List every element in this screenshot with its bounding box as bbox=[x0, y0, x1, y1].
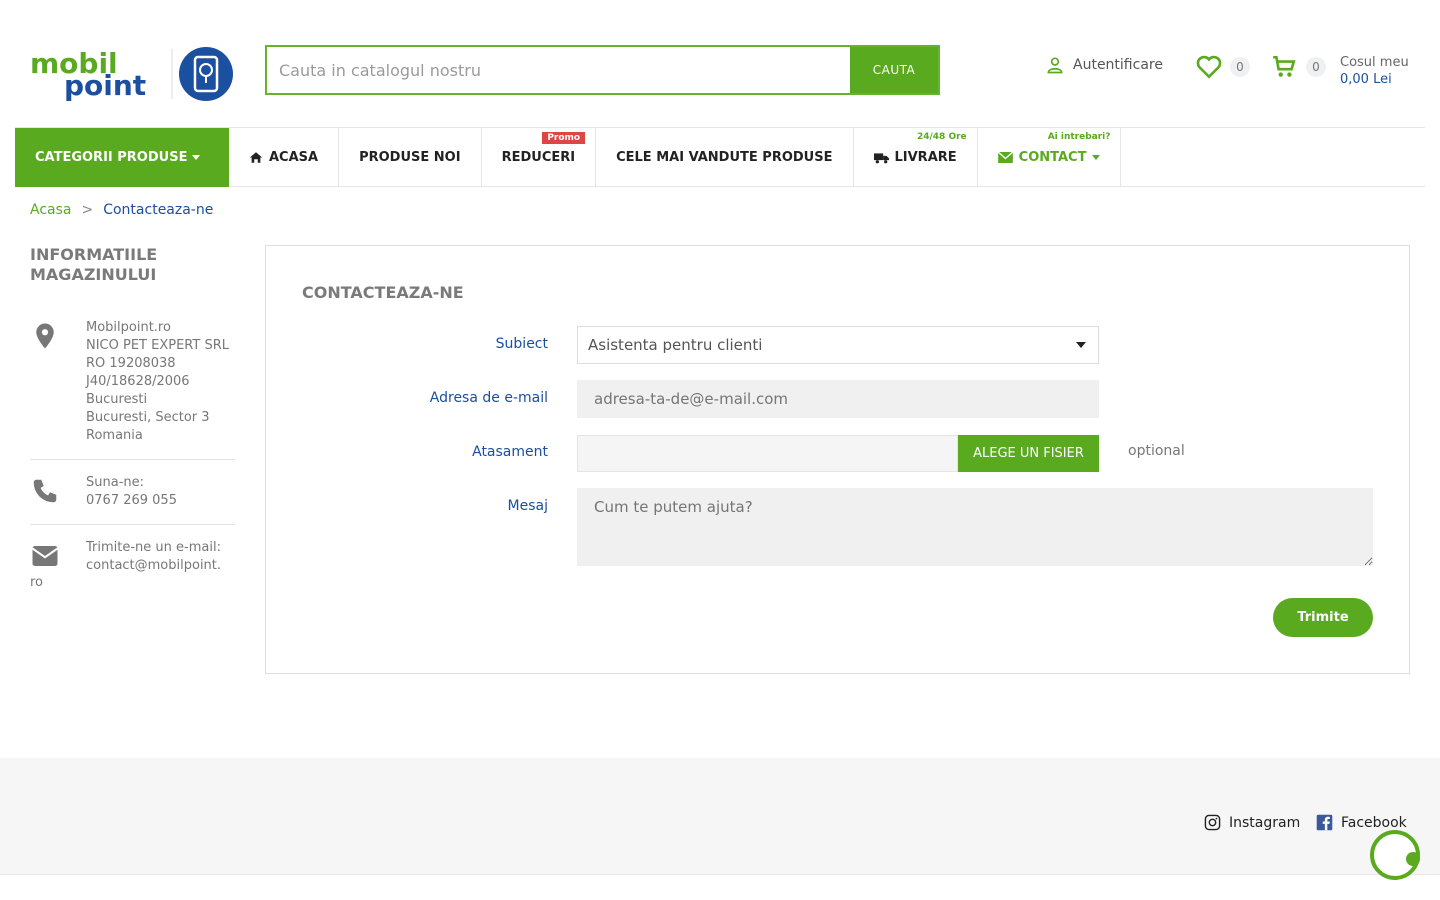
address-line: J40/18628/2006 bbox=[86, 374, 190, 389]
message-label: Mesaj bbox=[507, 498, 548, 514]
address-line: Romania bbox=[86, 428, 143, 443]
search-input[interactable] bbox=[267, 47, 850, 93]
email-address-wrap[interactable]: ro bbox=[30, 575, 235, 590]
heart-icon bbox=[1196, 55, 1222, 79]
address-block: Mobilpoint.ro NICO PET EXPERT SRL RO 192… bbox=[30, 319, 235, 445]
logo-line2: point bbox=[64, 69, 146, 102]
user-icon bbox=[1047, 57, 1063, 74]
instagram-icon bbox=[1204, 814, 1221, 831]
contact-form-panel: CONTACTEAZA-NE Subiect Asistenta pentru … bbox=[265, 245, 1410, 674]
breadcrumb-current[interactable]: Contacteaza-ne bbox=[103, 202, 213, 218]
cart-summary[interactable]: Cosul meu 0,00 Lei bbox=[1340, 54, 1409, 88]
search-button[interactable]: CAUTA bbox=[850, 47, 938, 93]
form-title: CONTACTEAZA-NE bbox=[302, 283, 464, 302]
subject-label: Subiect bbox=[495, 336, 548, 352]
submit-button[interactable]: Trimite bbox=[1273, 598, 1373, 637]
phone-icon bbox=[33, 479, 57, 503]
chat-bubble-icon bbox=[1406, 852, 1420, 866]
phone-number[interactable]: 0767 269 055 bbox=[86, 492, 235, 510]
categories-label: CATEGORII PRODUSE bbox=[35, 150, 188, 165]
envelope-icon bbox=[997, 152, 1013, 163]
nav-label: CONTACT bbox=[1018, 150, 1087, 165]
mail-icon bbox=[31, 546, 59, 566]
truck-icon bbox=[873, 152, 889, 163]
subject-value: Asistenta pentru clienti bbox=[588, 336, 763, 354]
nav-item-livrare[interactable]: 24/48 Ore LIVRARE bbox=[854, 128, 978, 187]
address-line: RO 19208038 bbox=[86, 356, 176, 371]
login-label: Autentificare bbox=[1073, 57, 1163, 73]
breadcrumb-separator: > bbox=[81, 202, 94, 218]
address-line: Mobilpoint.ro bbox=[86, 320, 171, 335]
nav-item-reduceri[interactable]: Promo REDUCERI bbox=[482, 128, 597, 187]
subject-select[interactable]: Asistenta pentru clienti bbox=[577, 326, 1099, 364]
categories-menu-button[interactable]: CATEGORII PRODUSE bbox=[15, 128, 229, 187]
nav-item-best-sellers[interactable]: CELE MAI VANDUTE PRODUSE bbox=[596, 128, 854, 187]
nav-label: ACASA bbox=[269, 150, 319, 165]
address-line: Bucuresti bbox=[86, 392, 148, 407]
email-field[interactable] bbox=[577, 380, 1099, 418]
breadcrumb: Acasa > Contacteaza-ne bbox=[30, 202, 213, 218]
phone-label: Suna-ne: bbox=[86, 475, 145, 490]
divider bbox=[30, 459, 235, 460]
caret-down-icon bbox=[192, 155, 201, 160]
nav-item-acasa[interactable]: ACASA bbox=[229, 128, 340, 187]
email-label: Adresa de e-mail bbox=[429, 390, 548, 406]
address-line: Bucuresti, Sector 3 bbox=[86, 410, 210, 425]
logo[interactable]: mobil point bbox=[30, 45, 235, 103]
nav-label: REDUCERI bbox=[501, 150, 576, 165]
attachment-label: Atasament bbox=[472, 444, 548, 460]
optional-hint: optional bbox=[1128, 443, 1185, 459]
divider bbox=[30, 524, 235, 525]
chat-widget-button[interactable] bbox=[1370, 830, 1420, 880]
wishlist-count: 0 bbox=[1230, 57, 1250, 77]
home-icon bbox=[249, 152, 263, 163]
cart-icon bbox=[1273, 55, 1296, 77]
email-block: Trimite-ne un e-mail: contact@mobilpoint… bbox=[30, 539, 235, 575]
facebook-label: Facebook bbox=[1341, 814, 1407, 831]
search-bar: CAUTA bbox=[265, 45, 940, 95]
cart-title: Cosul meu bbox=[1340, 55, 1409, 70]
store-info-title: INFORMATIILE MAGAZINULUI bbox=[30, 245, 158, 284]
attachment-field[interactable] bbox=[577, 435, 958, 472]
footer: Instagram Facebook bbox=[0, 758, 1440, 875]
caret-down-icon bbox=[1092, 155, 1101, 160]
facebook-link[interactable]: Facebook bbox=[1316, 814, 1407, 831]
wishlist-link[interactable]: 0 bbox=[1196, 55, 1250, 79]
choose-file-button[interactable]: ALEGE UN FISIER bbox=[958, 435, 1099, 472]
email-label: Trimite-ne un e-mail: bbox=[86, 540, 221, 555]
cart-count: 0 bbox=[1306, 57, 1326, 77]
breadcrumb-home-link[interactable]: Acasa bbox=[30, 202, 71, 218]
header: mobil point CAUTA Autentificare 0 bbox=[0, 0, 1440, 128]
nav-label: PRODUSE NOI bbox=[359, 150, 461, 165]
login-link[interactable]: Autentificare bbox=[1045, 55, 1163, 75]
message-textarea[interactable] bbox=[577, 488, 1373, 566]
delivery-tag: 24/48 Ore bbox=[916, 132, 967, 142]
questions-tag: Ai intrebari? bbox=[1047, 132, 1111, 142]
store-info-sidebar: INFORMATIILE MAGAZINULUI Mobilpoint.ro N… bbox=[30, 245, 235, 590]
main-nav: CATEGORII PRODUSE ACASA PRODUSE NOI Prom… bbox=[15, 127, 1425, 187]
nav-label: CELE MAI VANDUTE PRODUSE bbox=[616, 150, 833, 165]
facebook-icon bbox=[1316, 814, 1333, 831]
cart-link[interactable]: 0 bbox=[1270, 54, 1326, 80]
address-line: NICO PET EXPERT SRL bbox=[86, 338, 229, 353]
chevron-down-icon bbox=[1076, 342, 1086, 348]
location-pin-icon bbox=[36, 323, 54, 349]
phone-block: Suna-ne: 0767 269 055 bbox=[30, 474, 235, 510]
nav-item-produse-noi[interactable]: PRODUSE NOI bbox=[339, 128, 482, 187]
instagram-link[interactable]: Instagram bbox=[1204, 814, 1300, 831]
instagram-label: Instagram bbox=[1229, 814, 1301, 831]
promo-tag: Promo bbox=[542, 132, 586, 144]
nav-item-contact[interactable]: Ai intrebari? CONTACT bbox=[978, 128, 1122, 187]
nav-label: LIVRARE bbox=[894, 150, 957, 165]
email-address[interactable]: contact@mobilpoint. bbox=[86, 557, 235, 575]
cart-total: 0,00 Lei bbox=[1340, 72, 1392, 87]
